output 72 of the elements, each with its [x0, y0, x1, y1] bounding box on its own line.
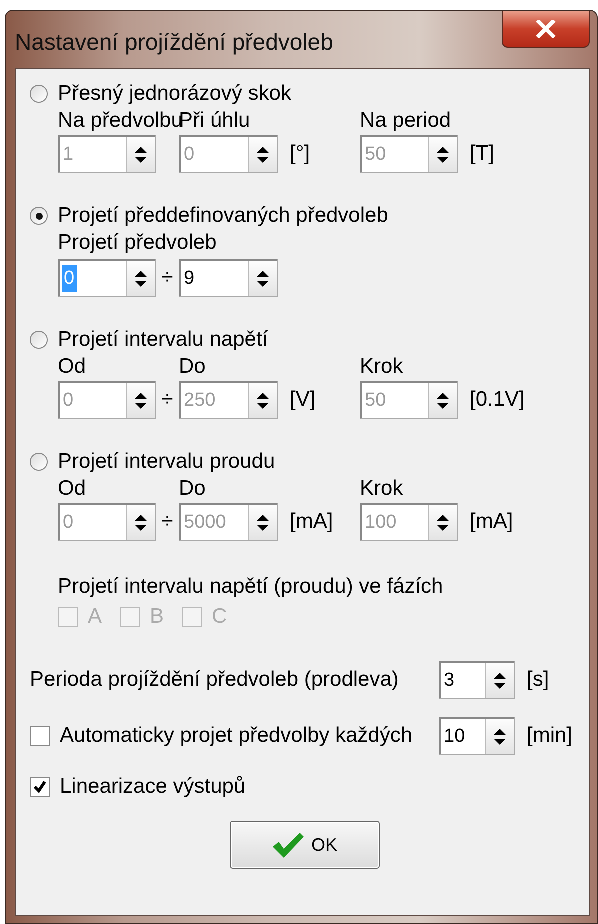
- spin-value: 5000: [183, 510, 228, 534]
- up-down-arrows-icon: [493, 728, 507, 746]
- radio-button[interactable]: Projetí předdefinovaných předvoleb: [30, 203, 579, 229]
- spin-value: 50: [364, 142, 388, 166]
- up-down-arrows-icon: [436, 146, 450, 164]
- checkmark-icon: [33, 780, 47, 794]
- field-label: Od: [58, 355, 88, 379]
- close-button[interactable]: [502, 11, 590, 48]
- unit-label: [0.1V]: [469, 388, 526, 412]
- field-label: Projetí předvoleb: [58, 231, 218, 255]
- up-down-arrows-icon: [134, 514, 148, 532]
- unit-label: [mA]: [289, 510, 334, 534]
- ok-button[interactable]: OK: [230, 821, 380, 869]
- spin-box[interactable]: 0: [58, 259, 156, 297]
- radio-circle[interactable]: [30, 331, 48, 349]
- checkbox[interactable]: Linearizace výstupů: [30, 775, 579, 799]
- up-down-arrows-icon: [134, 392, 148, 410]
- spin-box[interactable]: 3: [439, 661, 515, 699]
- spin-box[interactable]: 10: [439, 717, 515, 755]
- up-down-arrows-icon: [256, 146, 270, 164]
- spin-button[interactable]: [248, 261, 277, 296]
- spin-value: 100: [364, 510, 398, 534]
- radio-circle[interactable]: [30, 207, 48, 225]
- checkbox[interactable]: Automaticky projet předvolby každých: [30, 724, 439, 748]
- spin-value: 1: [62, 142, 75, 166]
- unit-label: [°]: [289, 142, 312, 166]
- up-down-arrows-icon: [436, 392, 450, 410]
- section-label: Projetí intervalu napětí (proudu) ve fázích: [58, 575, 444, 599]
- unit-label: [V]: [289, 388, 317, 412]
- spin-value: 0: [62, 388, 75, 412]
- spin-value: 50: [364, 388, 388, 412]
- spin-value: 10: [443, 724, 466, 748]
- unit-label: [mA]: [469, 510, 514, 534]
- spin-box[interactable]: 9: [179, 259, 278, 297]
- up-down-arrows-icon: [493, 672, 507, 690]
- spin-value: 0: [62, 265, 77, 292]
- spin-value: 9: [183, 266, 196, 290]
- field-label: Krok: [360, 355, 404, 379]
- spin-value: 3: [443, 668, 456, 692]
- range-separator: ÷: [160, 266, 174, 290]
- field-label: Na předvolbu: [58, 109, 179, 133]
- radio-button[interactable]: Projetí intervalu proudu: [30, 449, 579, 475]
- up-down-arrows-icon: [134, 146, 148, 164]
- radio-circle[interactable]: [30, 453, 48, 471]
- radio-circle[interactable]: [30, 85, 48, 103]
- field-label: Do: [179, 355, 207, 379]
- unit-label: [min]: [526, 724, 574, 748]
- period-label: Perioda projíždění předvoleb (prodleva): [30, 668, 400, 692]
- up-down-arrows-icon: [134, 270, 148, 288]
- window-title: Nastavení projíždění předvoleb: [15, 29, 334, 56]
- radio-button[interactable]: Projetí intervalu napětí: [30, 327, 579, 353]
- unit-label: [T]: [469, 142, 496, 166]
- field-label: Od: [58, 477, 88, 501]
- radio-button[interactable]: Přesný jednorázový skok: [30, 81, 579, 107]
- up-down-arrows-icon: [256, 514, 270, 532]
- spin-button[interactable]: [126, 261, 155, 296]
- up-down-arrows-icon: [256, 392, 270, 410]
- field-label: Na period: [360, 109, 452, 133]
- spin-value: 250: [183, 388, 217, 412]
- close-icon: [535, 20, 557, 38]
- up-down-arrows-icon: [436, 514, 450, 532]
- spin-button[interactable]: [485, 719, 514, 754]
- spin-value: 0: [62, 510, 75, 534]
- range-separator: ÷: [160, 510, 174, 534]
- field-label: Krok: [360, 477, 404, 501]
- field-label: Do: [179, 477, 207, 501]
- checkmark-icon: [271, 831, 306, 859]
- unit-label: [s]: [526, 668, 550, 692]
- spin-button[interactable]: [485, 663, 514, 698]
- spin-value: 0: [183, 142, 196, 166]
- up-down-arrows-icon: [256, 270, 270, 288]
- range-separator: ÷: [160, 388, 174, 412]
